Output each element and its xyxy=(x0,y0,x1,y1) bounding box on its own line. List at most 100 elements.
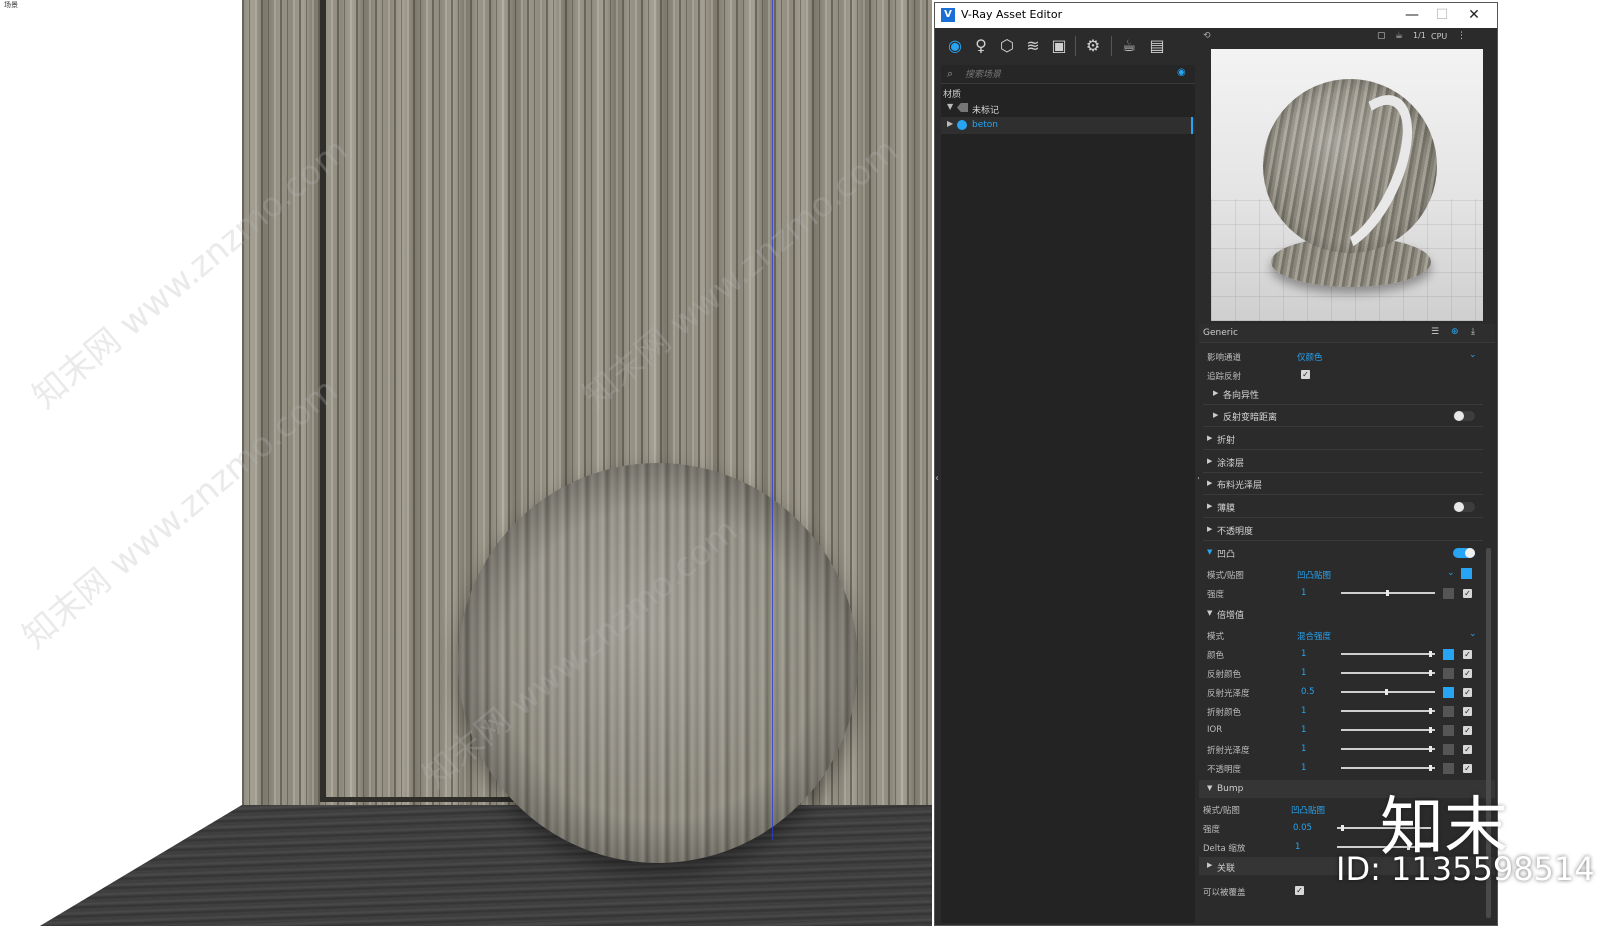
geometry-icon[interactable]: ⬡ xyxy=(997,36,1017,56)
minimize-button[interactable]: — xyxy=(1397,6,1427,24)
bump-section[interactable]: ▼ 凹凸 xyxy=(1203,543,1483,563)
expand-arrow-icon[interactable]: ▶ xyxy=(1207,479,1212,487)
expand-arrow-icon[interactable]: ▶ xyxy=(1213,389,1218,397)
multiplier-value[interactable]: 0.5 xyxy=(1301,687,1315,697)
slider-thumb[interactable] xyxy=(1386,590,1389,596)
layers-icon[interactable]: ≋ xyxy=(1023,36,1043,56)
texture-map-icon[interactable] xyxy=(1443,744,1454,755)
tree-item-untagged[interactable]: ▼ 未标记 xyxy=(941,100,1195,117)
trace-reflections-checkbox[interactable]: ✓ xyxy=(1301,370,1310,379)
add-layer-icon[interactable]: ⊕ xyxy=(1451,327,1459,337)
collapse-arrow-icon[interactable]: ▶ xyxy=(947,119,953,128)
multiplier-value[interactable]: 1 xyxy=(1301,725,1306,735)
texture-map-icon[interactable] xyxy=(1443,588,1454,599)
multiplier-value[interactable]: 1 xyxy=(1301,763,1306,773)
preview-ratio[interactable]: 1/1 xyxy=(1413,31,1426,40)
multiplier-slider[interactable] xyxy=(1341,746,1435,752)
multiplier-slider[interactable] xyxy=(1341,670,1435,676)
slider-thumb[interactable] xyxy=(1341,825,1344,831)
lights-icon[interactable]: ♀ xyxy=(971,36,991,56)
sheen-section[interactable]: ▶ 布料光泽层 xyxy=(1203,474,1483,495)
cpu-mode-label[interactable]: CPU xyxy=(1431,32,1447,41)
settings-icon[interactable]: ⚙ xyxy=(1083,36,1103,56)
bump-mode-dropdown[interactable]: 凹凸贴图 xyxy=(1297,569,1331,581)
multiplier-checkbox[interactable]: ✓ xyxy=(1463,688,1472,697)
multiplier-slider[interactable] xyxy=(1341,708,1435,714)
multiplier-slider[interactable] xyxy=(1341,765,1435,771)
search-input[interactable] xyxy=(963,67,1167,83)
more-options-icon[interactable]: ⋮ xyxy=(1457,31,1466,41)
texture-map-icon[interactable] xyxy=(1443,687,1454,698)
expanded-arrow-icon[interactable]: ▼ xyxy=(1207,784,1212,792)
expanded-arrow-icon[interactable]: ▼ xyxy=(1207,548,1212,556)
expand-arrow-icon[interactable]: ▶ xyxy=(1207,525,1212,533)
bump2-amount-value[interactable]: 0.05 xyxy=(1293,823,1312,833)
multiplier-value[interactable]: 1 xyxy=(1301,706,1306,716)
preview-teapot-icon[interactable]: ☕ xyxy=(1395,31,1403,41)
chevron-down-icon[interactable]: ⌄ xyxy=(1447,568,1455,578)
thin-film-section[interactable]: ▶ 薄膜 xyxy=(1203,497,1483,518)
preview-shape-icon[interactable]: ▢ xyxy=(1377,31,1386,41)
multiplier-checkbox[interactable]: ✓ xyxy=(1463,650,1472,659)
reflection-dim-toggle[interactable] xyxy=(1453,411,1475,421)
close-button[interactable]: ✕ xyxy=(1459,6,1489,24)
bump-toggle[interactable] xyxy=(1453,548,1475,558)
title-bar[interactable]: V V-Ray Asset Editor — ☐ ✕ xyxy=(935,3,1497,28)
multiplier-value[interactable]: 1 xyxy=(1301,668,1306,678)
multiplier-slider[interactable] xyxy=(1341,651,1435,657)
texture-map-icon[interactable] xyxy=(1443,668,1454,679)
expand-arrow-icon[interactable]: ▶ xyxy=(1207,861,1212,869)
material-sphere[interactable] xyxy=(458,463,858,863)
bump-amount-checkbox[interactable]: ✓ xyxy=(1463,589,1472,598)
multiplier-checkbox[interactable]: ✓ xyxy=(1463,745,1472,754)
multiplier-slider[interactable] xyxy=(1341,689,1435,695)
expand-arrow-icon[interactable]: ▶ xyxy=(1207,457,1212,465)
texture-map-icon[interactable] xyxy=(1443,725,1454,736)
slider-thumb[interactable] xyxy=(1429,651,1432,657)
texture-map-icon[interactable] xyxy=(1443,706,1454,717)
multiplier-checkbox[interactable]: ✓ xyxy=(1463,726,1472,735)
multiplier-checkbox[interactable]: ✓ xyxy=(1463,764,1472,773)
multipliers-section[interactable]: ▼ 倍增值 xyxy=(1203,604,1483,624)
expand-arrow-icon[interactable]: ▶ xyxy=(1213,411,1218,419)
mult-mode-dropdown[interactable]: 混合强度 xyxy=(1297,630,1331,642)
adjust-icon[interactable]: ☰ xyxy=(1431,327,1439,337)
slider-thumb[interactable] xyxy=(1385,689,1388,695)
slider-thumb[interactable] xyxy=(1429,708,1432,714)
chevron-down-icon[interactable]: ⌄ xyxy=(1469,629,1477,639)
pin-icon[interactable]: ⟲ xyxy=(1203,31,1211,41)
thin-film-toggle[interactable] xyxy=(1453,502,1475,512)
expand-arrow-icon[interactable]: ▶ xyxy=(1207,434,1212,442)
save-icon[interactable]: ⤓ xyxy=(1471,327,1475,337)
collapse-left-icon[interactable]: ‹ xyxy=(935,473,939,484)
tree-item-beton[interactable]: ▶ beton xyxy=(941,117,1195,134)
can-override-checkbox[interactable]: ✓ xyxy=(1295,886,1304,895)
texture-map-icon[interactable] xyxy=(1443,649,1454,660)
multiplier-checkbox[interactable]: ✓ xyxy=(1463,707,1472,716)
multiplier-value[interactable]: 1 xyxy=(1301,744,1306,754)
coat-section[interactable]: ▶ 涂漆层 xyxy=(1203,452,1483,473)
texture-map-icon[interactable] xyxy=(1461,568,1472,579)
bump-amount-slider[interactable] xyxy=(1341,590,1435,596)
refraction-section[interactable]: ▶ 折射 xyxy=(1203,429,1483,450)
multiplier-checkbox[interactable]: ✓ xyxy=(1463,669,1472,678)
slider-thumb[interactable] xyxy=(1429,765,1432,771)
bump-amount-value[interactable]: 1 xyxy=(1301,588,1306,598)
opacity-section[interactable]: ▶ 不透明度 xyxy=(1203,520,1483,541)
affect-channels-dropdown[interactable]: 仅颜色 xyxy=(1297,351,1323,363)
slider-thumb[interactable] xyxy=(1429,670,1432,676)
materials-icon[interactable]: ◉ xyxy=(945,36,965,56)
delta-scale-value[interactable]: 1 xyxy=(1295,842,1300,852)
multiplier-slider[interactable] xyxy=(1341,727,1435,733)
slider-thumb[interactable] xyxy=(1429,746,1432,752)
render-elements-icon[interactable]: ▣ xyxy=(1049,36,1069,56)
frame-buffer-icon[interactable]: ▤ xyxy=(1147,36,1167,56)
visibility-filter-icon[interactable]: ◉ xyxy=(1177,67,1186,78)
generic-layer-header[interactable]: Generic ☰ ⊕ ⤓ xyxy=(1199,324,1495,343)
bump2-mode-dropdown[interactable]: 凹凸贴图 xyxy=(1291,804,1325,816)
reflection-dim-section[interactable]: ▶ 反射变暗距离 xyxy=(1203,406,1483,427)
multiplier-value[interactable]: 1 xyxy=(1301,649,1306,659)
expand-arrow-icon[interactable]: ▶ xyxy=(1207,502,1212,510)
maximize-button[interactable]: ☐ xyxy=(1427,6,1457,24)
slider-thumb[interactable] xyxy=(1429,727,1432,733)
